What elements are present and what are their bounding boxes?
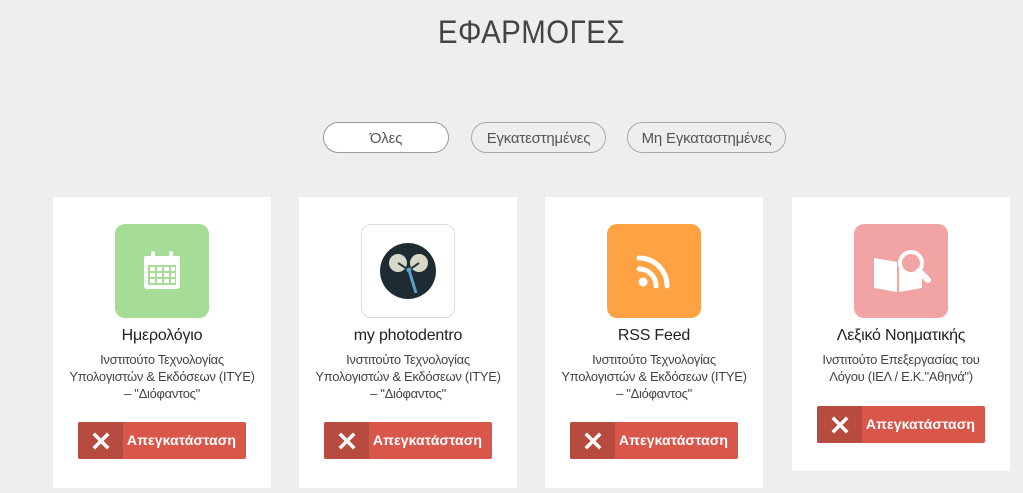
app-card-rss-feed: RSS Feed Ινστιτούτο Τεχνολογίας Υπολογισ… xyxy=(545,197,763,488)
app-name: Ημερολόγιο xyxy=(121,327,203,344)
close-icon xyxy=(817,406,862,443)
uninstall-label: Απεγκατάσταση xyxy=(865,416,976,432)
uninstall-button-rss-feed[interactable]: Απεγκατάσταση xyxy=(570,422,738,459)
photodentro-icon xyxy=(361,224,455,318)
uninstall-label: Απεγκατάσταση xyxy=(618,432,729,448)
calendar-icon xyxy=(115,224,209,318)
rss-icon xyxy=(607,224,701,318)
uninstall-button-calendar[interactable]: Απεγκατάσταση xyxy=(78,422,246,459)
page-title: ΕΦΑΡΜΟΓΕΣ xyxy=(437,14,626,50)
filter-not-installed[interactable]: Μη Εγκαταστημένες xyxy=(627,122,786,153)
filter-bar: Όλες Εγκατεστημένες Μη Εγκαταστημένες xyxy=(0,122,1023,155)
uninstall-label: Απεγκατάσταση xyxy=(126,432,237,448)
uninstall-button-photodentro[interactable]: Απεγκατάσταση xyxy=(324,422,492,459)
close-icon xyxy=(324,422,369,459)
uninstall-button-sign-dictionary[interactable]: Απεγκατάσταση xyxy=(817,406,985,443)
apps-page: ΕΦΑΡΜΟΓΕΣ Όλες Εγκατεστημένες Μη Εγκατασ… xyxy=(0,0,1023,493)
uninstall-label: Απεγκατάσταση xyxy=(372,432,483,448)
app-name: my photodentro xyxy=(353,327,463,344)
filter-installed[interactable]: Εγκατεστημένες xyxy=(471,122,606,153)
app-card-sign-dictionary: Λεξικό Νοηματικής Ινστιτούτο Επεξεργασία… xyxy=(792,197,1010,471)
app-name: Λεξικό Νοηματικής xyxy=(836,327,966,344)
app-name: RSS Feed xyxy=(617,327,691,344)
app-publisher: Ινστιτούτο Τεχνολογίας Υπολογιστών & Εκδ… xyxy=(69,352,255,401)
close-icon xyxy=(570,422,615,459)
filter-all[interactable]: Όλες xyxy=(323,122,449,153)
app-card-photodentro: my photodentro Ινστιτούτο Τεχνολογίας Υπ… xyxy=(299,197,517,488)
app-card-calendar: Ημερολόγιο Ινστιτούτο Τεχνολογίας Υπολογ… xyxy=(53,197,271,488)
app-publisher: Ινστιτούτο Τεχνολογίας Υπολογιστών & Εκδ… xyxy=(561,352,747,401)
app-publisher: Ινστιτούτο Επεξεργασίας του Λόγου (ΙΕΛ /… xyxy=(822,352,980,384)
close-icon xyxy=(78,422,123,459)
app-publisher: Ινστιτούτο Τεχνολογίας Υπολογιστών & Εκδ… xyxy=(315,352,501,401)
dictionary-search-icon xyxy=(854,224,948,318)
